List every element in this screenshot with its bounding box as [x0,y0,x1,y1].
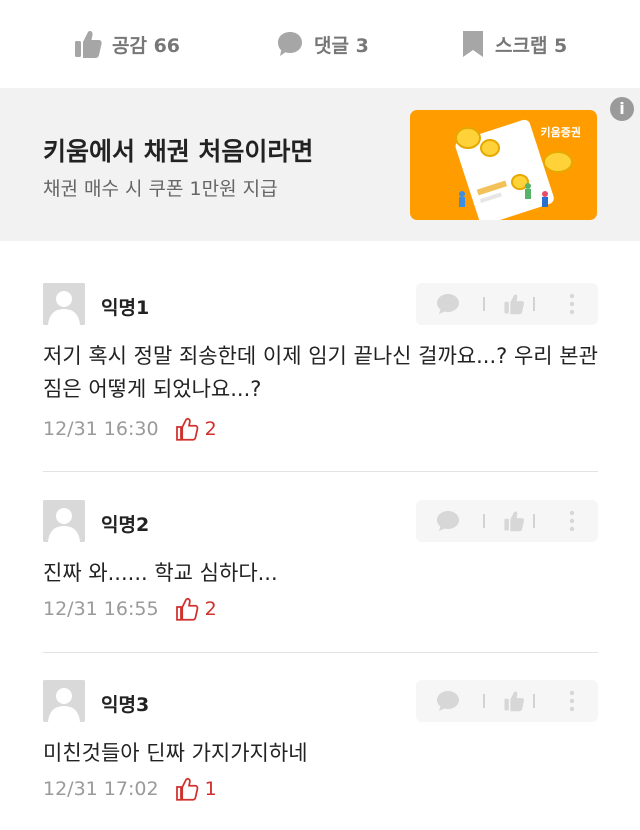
ad-title: 키움에서 채권 처음이라면 [43,137,314,166]
scrap-button[interactable]: 스크랩 5 [461,26,567,62]
avatar [43,500,85,542]
ad-subtitle: 채권 매수 시 쿠폰 1만원 지급 [43,178,278,200]
ad-thumbnail[interactable]: 키움증권 [410,110,597,220]
reply-icon[interactable] [436,293,460,315]
like-button[interactable]: 공감 66 [74,26,180,62]
comment-divider [43,471,598,472]
comment-divider [43,652,598,653]
comment-likes: 1 [175,777,217,801]
comment-meta: 12/31 16:55 2 [43,597,217,621]
comment-meta: 12/31 17:02 1 [43,777,217,801]
comment-likes: 2 [175,597,217,621]
comment-likes: 2 [175,417,217,441]
bookmark-icon [463,31,483,57]
comment-toolbar [416,500,598,542]
default-avatar-icon [43,680,85,722]
more-vertical-icon[interactable] [569,293,575,315]
ad-banner[interactable]: 키움에서 채권 처음이라면 채권 매수 시 쿠폰 1만원 지급 i 키움증권 [0,88,640,241]
speech-bubble-icon [278,32,302,56]
comment-author: 익명1 [101,297,150,319]
comment-like-count: 1 [204,778,217,800]
comment-like-count: 2 [204,598,217,620]
comment-toolbar [416,680,598,722]
comment-time: 12/31 16:55 [43,598,159,620]
toolbar-divider [483,694,485,708]
comment-button[interactable]: 댓글 3 [276,26,369,62]
reply-icon[interactable] [436,690,460,712]
scrap-count-label: 스크랩 5 [495,34,568,57]
more-vertical-icon[interactable] [569,510,575,532]
info-icon[interactable]: i [610,97,634,121]
avatar [43,680,85,722]
toolbar-divider [533,297,535,311]
comment-time: 12/31 17:02 [43,778,159,800]
like-comment-icon[interactable] [503,293,525,315]
more-vertical-icon[interactable] [569,690,575,712]
avatar [43,283,85,325]
default-avatar-icon [43,500,85,542]
comment-author: 익명3 [101,694,150,716]
comment-author: 익명2 [101,514,150,536]
like-count-label: 공감 66 [112,34,181,57]
comment-like-count: 2 [204,418,217,440]
thumbs-up-outline-icon [175,777,198,801]
ad-brand-label: 키움증권 [540,126,581,139]
toolbar-divider [483,514,485,528]
reply-icon[interactable] [436,510,460,532]
thumbs-up-outline-icon [175,417,198,441]
comment-time: 12/31 16:30 [43,418,159,440]
comment-toolbar [416,283,598,325]
toolbar-divider [533,694,535,708]
comment-text: 진짜 와...... 학교 심하다... [43,561,278,585]
thumbs-up-outline-icon [175,597,198,621]
comment-text: 미친것들아 딘짜 가지가지하네 [43,741,308,765]
comment-count-label: 댓글 3 [314,34,369,57]
comment-meta: 12/31 16:30 2 [43,417,217,441]
like-comment-icon[interactable] [503,510,525,532]
comment-text: 저기 혹시 정말 죄송한데 이제 임기 끝나신 걸까요...? 우리 본관 짐은… [43,344,598,401]
toolbar-divider [533,514,535,528]
toolbar-divider [483,297,485,311]
thumbs-up-icon [75,31,102,58]
post-action-bar: 공감 66 댓글 3 스크랩 5 [0,0,640,88]
like-comment-icon[interactable] [503,690,525,712]
default-avatar-icon [43,283,85,325]
